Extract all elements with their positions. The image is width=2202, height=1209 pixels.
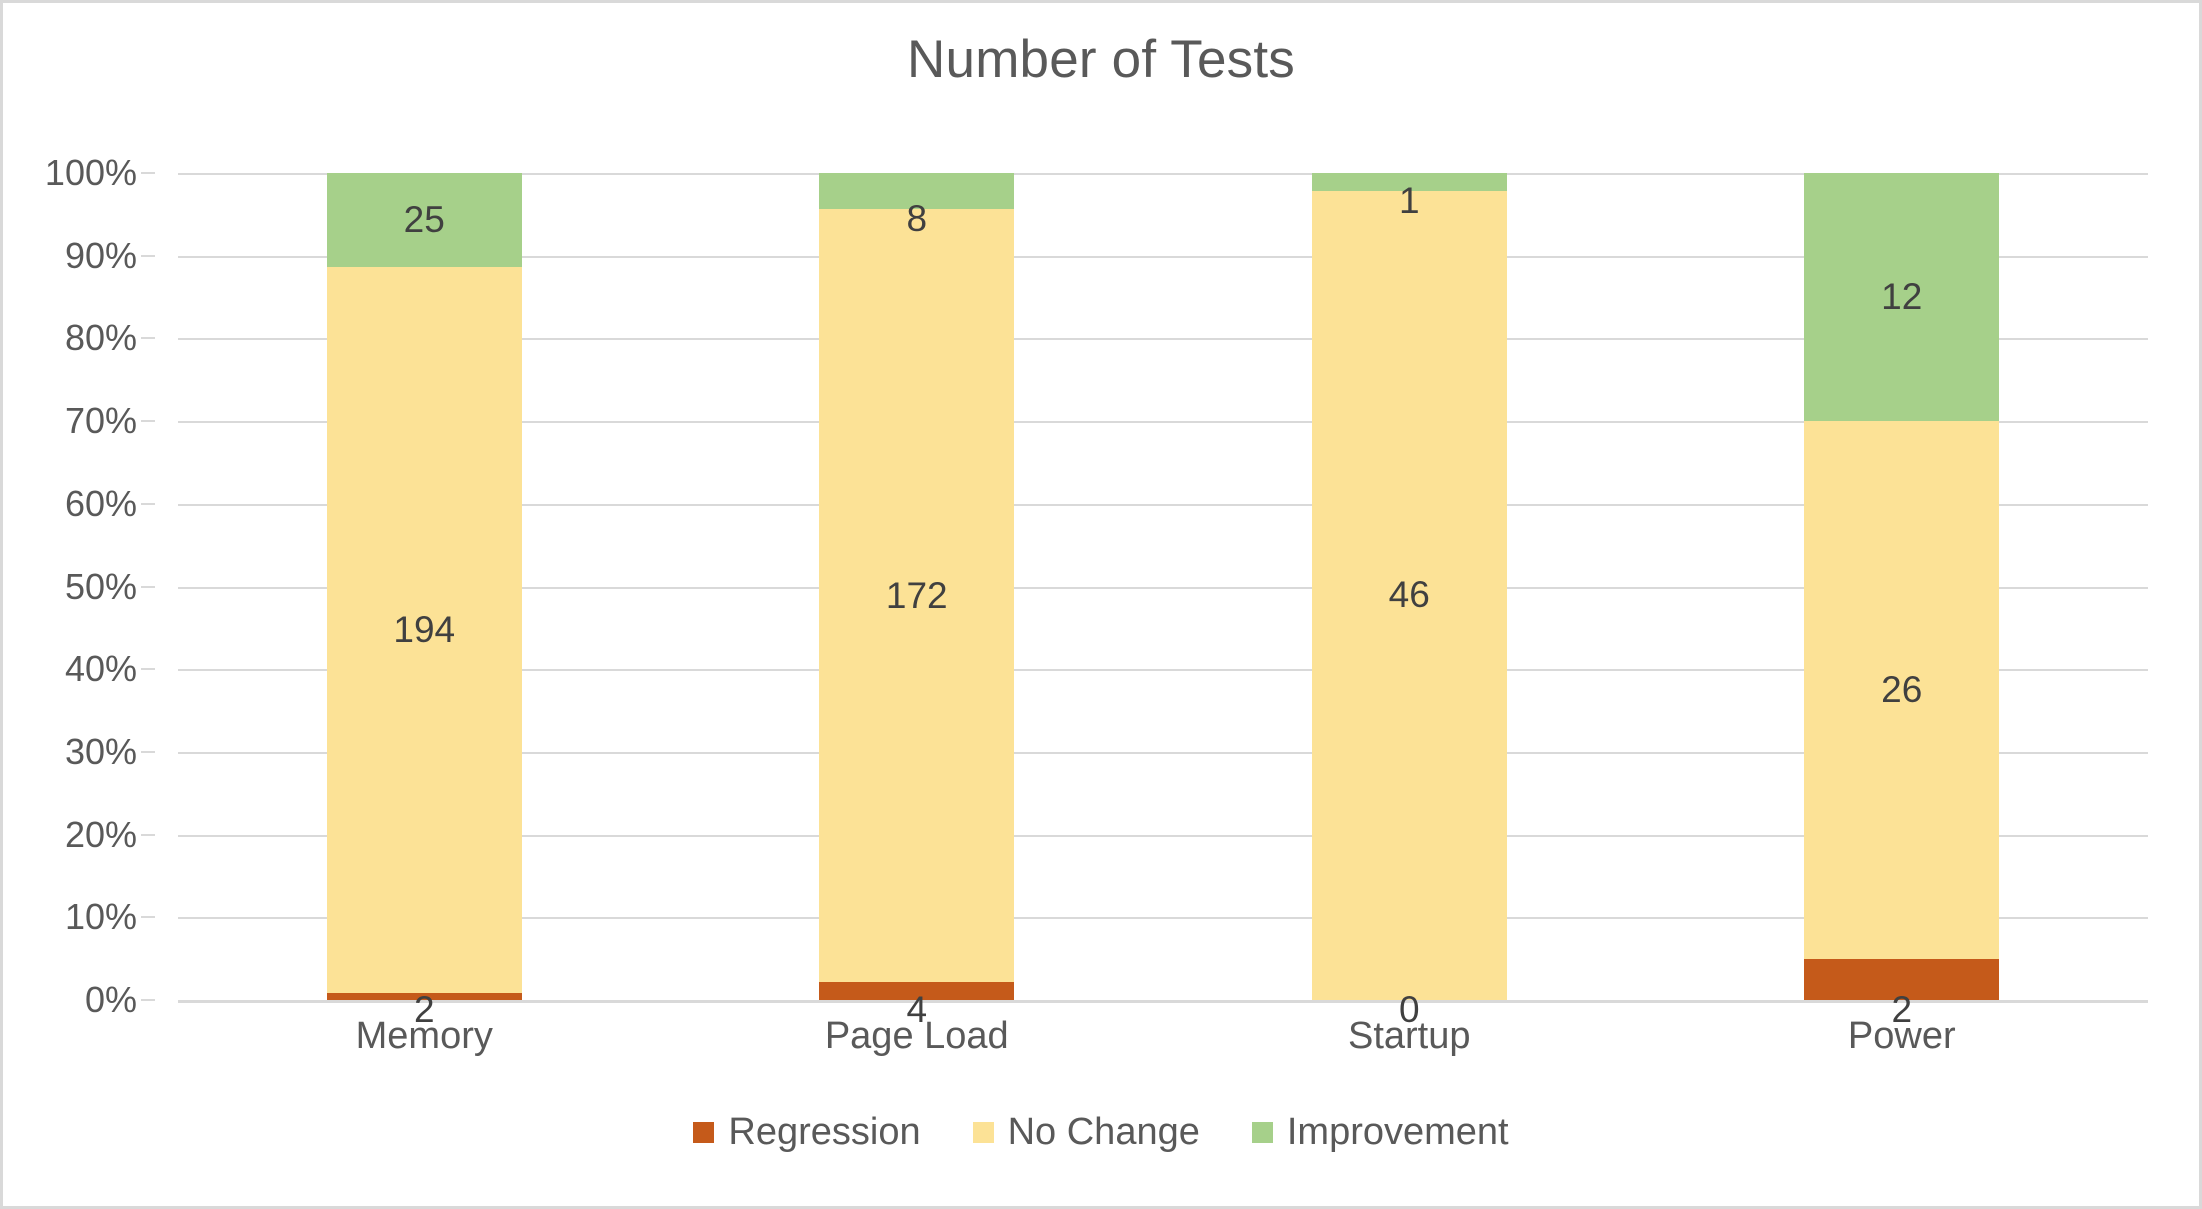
bar-group [326,173,522,1000]
y-tick-mark [141,585,155,588]
data-label: 172 [885,574,948,616]
legend-label: No Change [1007,1111,1200,1153]
legend-swatch-icon [972,1122,994,1143]
x-axis-category-label: Power [1847,1015,1956,1057]
y-tick-mark [141,750,155,753]
legend-swatch-icon [1251,1122,1273,1143]
legend-swatch-icon [693,1122,715,1143]
data-label: 1 [1398,179,1420,221]
y-axis-tick-label: 30% [64,730,137,772]
data-label: 12 [1881,276,1923,318]
legend-label: Regression [728,1111,921,1153]
y-tick-mark [141,833,155,836]
y-axis-tick-label: 100% [44,152,137,193]
y-tick-mark [141,502,155,505]
chart-legend: Regression No Change Improvement [3,1111,2199,1154]
y-tick-mark [141,254,155,257]
y-axis-tick-label: 70% [64,400,137,442]
y-tick-mark [141,668,155,671]
x-axis-category-label: Page Load [824,1015,1009,1057]
y-axis: 0% 10% 20% 30% 40% 50% 60% 70% 80% 90% 100% [3,152,155,1020]
x-axis-category-label: Startup [1347,1015,1471,1057]
y-tick-mark [141,916,155,919]
legend-item-regression[interactable]: Regression [693,1111,921,1154]
legend-item-no-change[interactable]: No Change [972,1111,1200,1154]
legend-label: Improvement [1286,1111,1509,1153]
y-axis-tick-label: 0% [84,979,137,1020]
y-tick-mark [141,420,155,423]
chart-container: Number of Tests 0% 10% 20% 30% 40% 50% 60% 70% 8… [0,0,2202,1209]
x-axis-category-label: Memory [355,1015,493,1057]
x-axis: Memory Page Load Startup Power [178,1015,2148,1075]
y-axis-tick-label: 20% [64,813,137,855]
y-tick-mark [141,172,155,174]
legend-item-improvement[interactable]: Improvement [1251,1111,1509,1154]
y-axis-tick-label: 40% [64,648,137,690]
data-label: 194 [393,608,456,650]
data-label: 26 [1881,668,1923,710]
y-tick-mark [141,337,155,340]
bar-stack [326,173,522,1000]
data-label: 46 [1388,574,1430,616]
y-axis-tick-label: 50% [64,565,137,607]
y-axis-tick-label: 80% [64,317,137,359]
y-tick-mark [141,999,155,1001]
y-axis-tick-label: 90% [64,234,137,276]
data-label: 25 [403,198,445,240]
plot-area: 2 194 25 4 172 8 0 46 1 2 26 12 [178,173,2148,1028]
chart-title: Number of Tests [907,30,1295,89]
data-label: 8 [906,197,928,239]
y-axis-tick-label: 60% [64,482,137,524]
y-axis-tick-label: 10% [64,896,137,938]
